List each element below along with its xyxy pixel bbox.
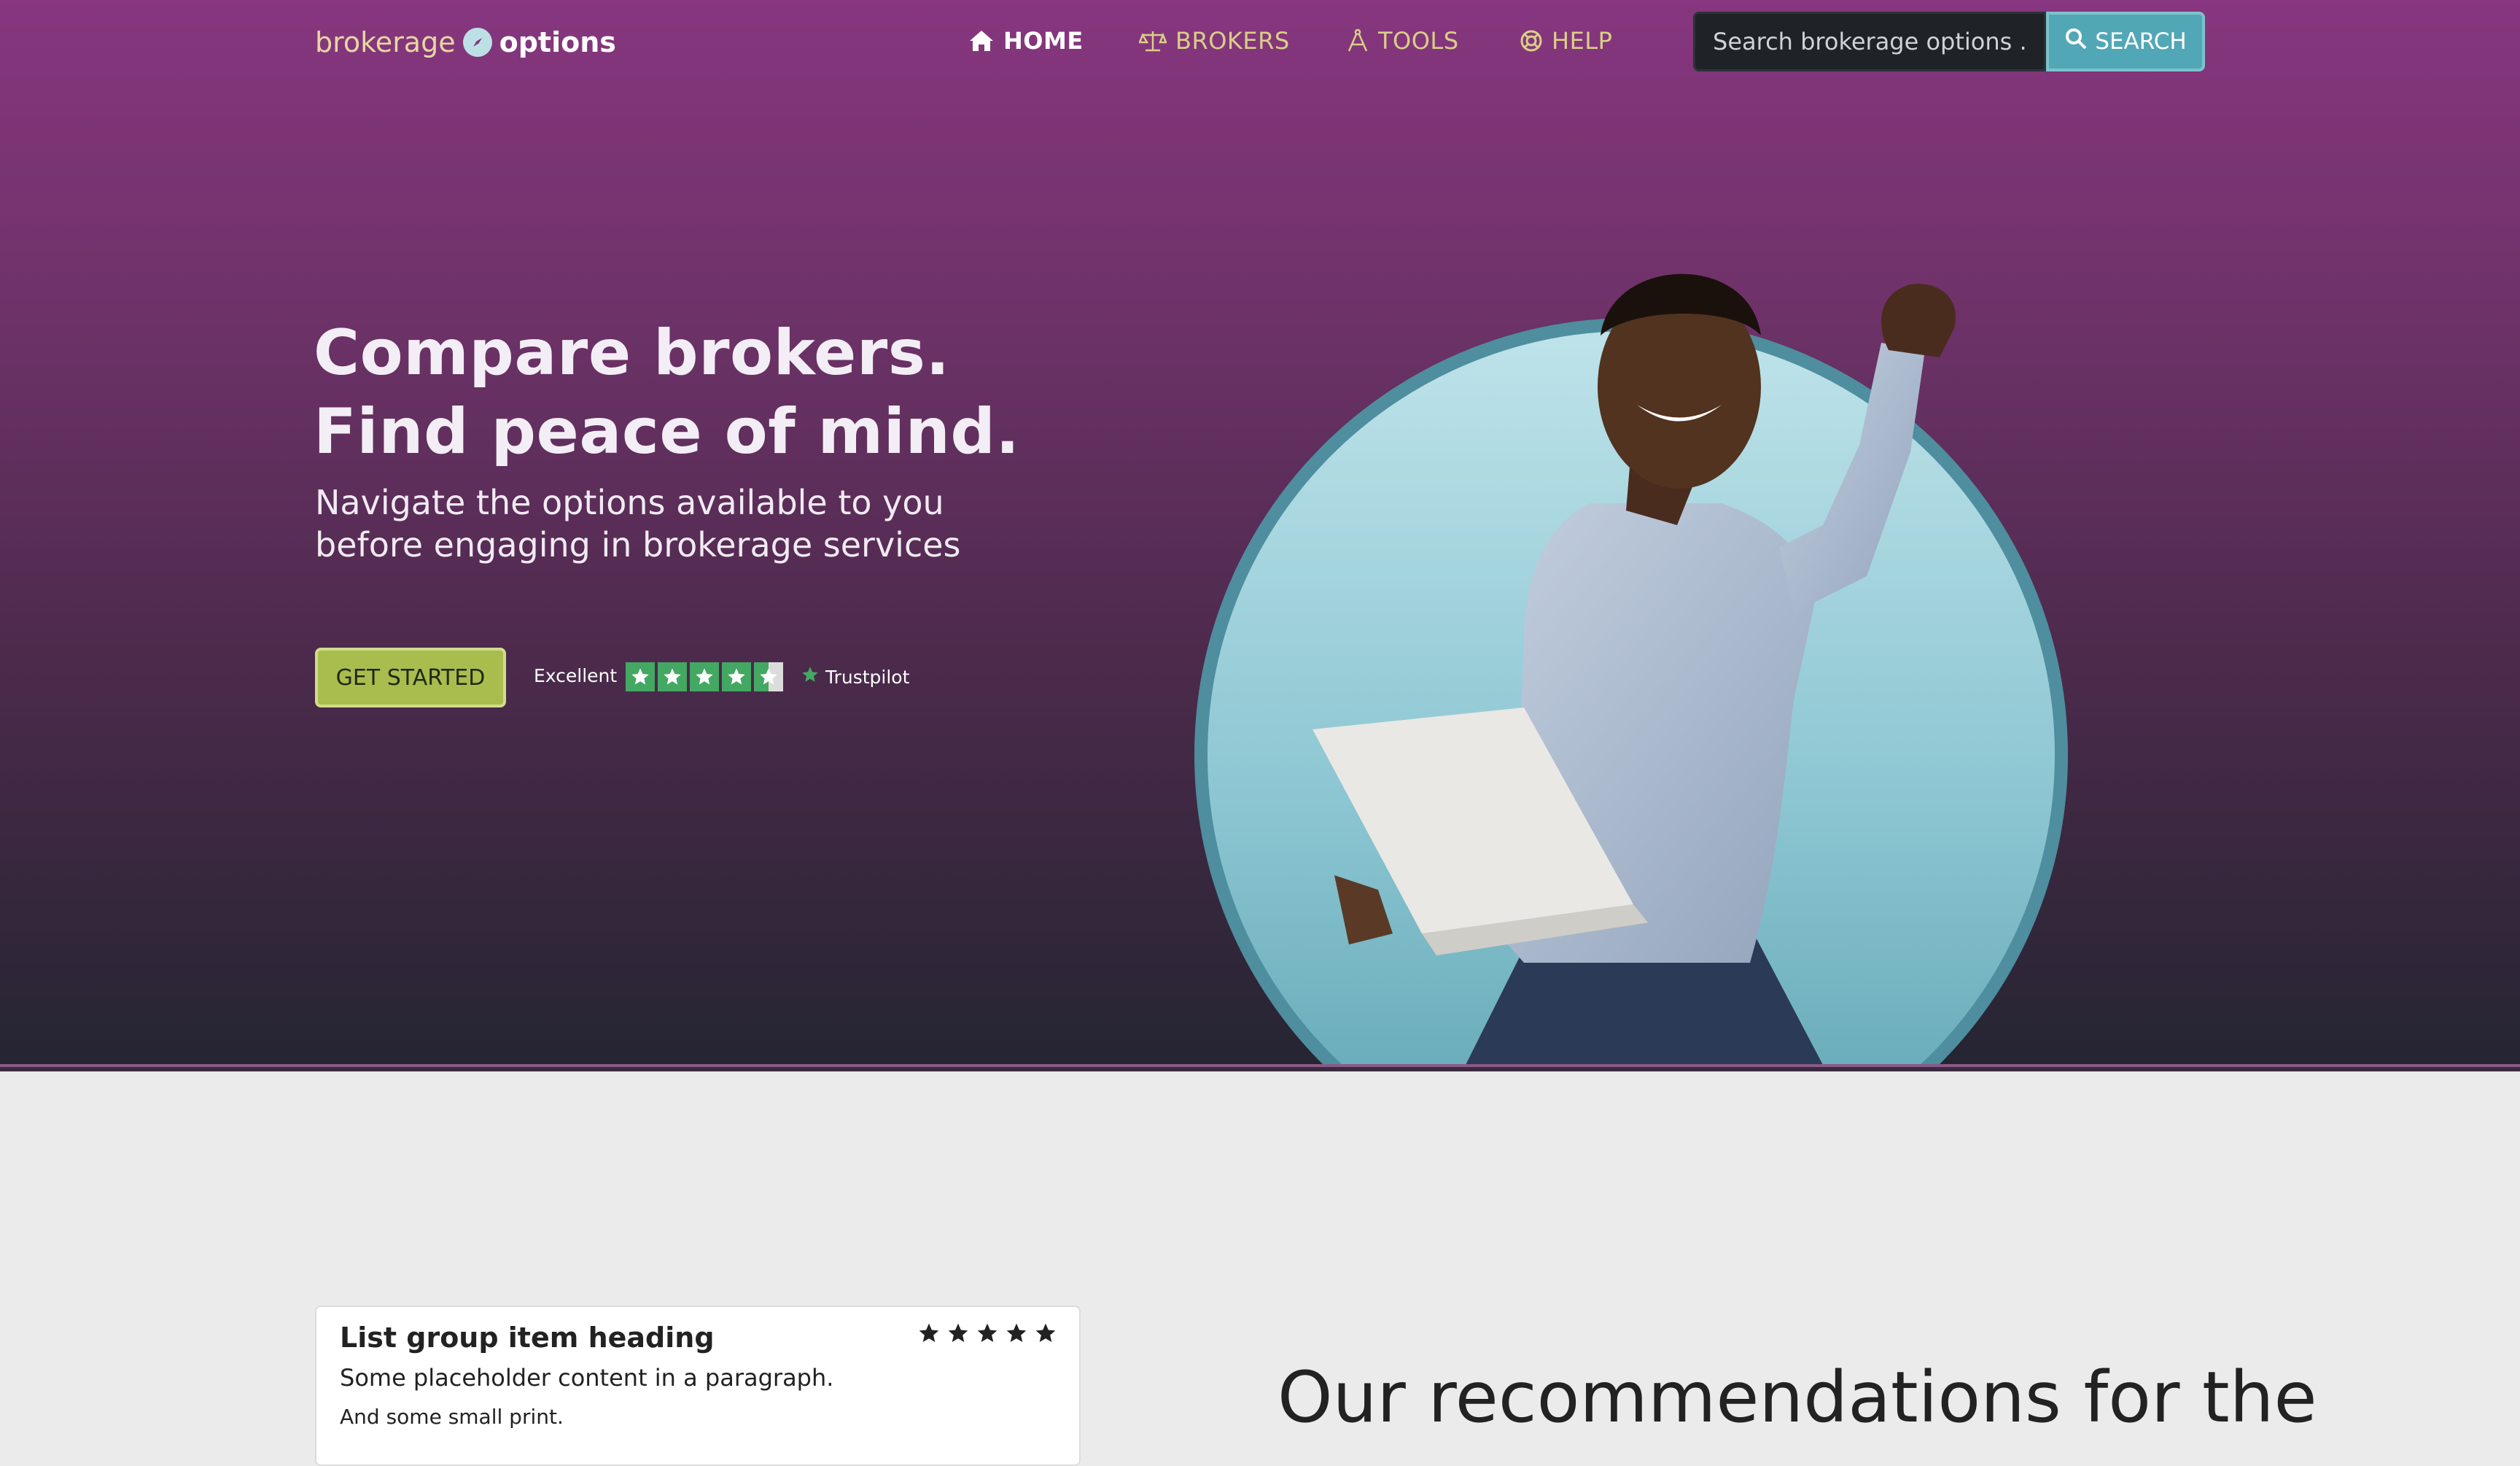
list-group-card[interactable]: List group item heading Some placeholder… xyxy=(315,1306,1081,1466)
nav-help-label: HELP xyxy=(1552,27,1613,55)
trustpilot-rating-text: Excellent xyxy=(534,665,618,686)
search-button-label: SEARCH xyxy=(2095,28,2187,55)
hero-title-line-1: Compare brokers. xyxy=(314,317,950,389)
trustpilot-star-icon xyxy=(626,662,655,691)
hero-section: brokerage options HOME BROKERS TOOLS HEL… xyxy=(0,0,2520,1064)
scale-icon xyxy=(1139,29,1167,53)
trustpilot-star-icon xyxy=(690,662,719,691)
logo-text-brokerage: brokerage xyxy=(315,26,456,58)
nav-tools-label: TOOLS xyxy=(1378,27,1459,55)
compass-logo-icon xyxy=(462,28,492,57)
logo-text-options: options xyxy=(499,26,616,58)
nav-tools[interactable]: TOOLS xyxy=(1346,22,1459,60)
lifebuoy-icon xyxy=(1520,29,1543,53)
trustpilot-star-icon xyxy=(722,662,751,691)
trustpilot-stars xyxy=(626,662,783,691)
hero-subtitle: Navigate the options available to you be… xyxy=(315,481,961,566)
card-small-print: And some small print. xyxy=(340,1405,564,1429)
hero-title: Compare brokers. Find peace of mind. xyxy=(314,314,1020,471)
card-heading: List group item heading xyxy=(340,1322,715,1354)
nav-home-label: HOME xyxy=(1003,27,1084,55)
star-icon xyxy=(946,1322,970,1348)
search-input[interactable] xyxy=(1693,12,2046,71)
card-paragraph: Some placeholder content in a paragraph. xyxy=(340,1364,834,1392)
compass-tool-icon xyxy=(1346,28,1369,53)
trustpilot-half-star-icon xyxy=(754,662,783,691)
search-button[interactable]: SEARCH xyxy=(2046,12,2205,71)
hero-subtitle-line-2: before engaging in brokerage services xyxy=(315,525,961,565)
home-icon xyxy=(968,29,995,53)
get-started-button[interactable]: GET STARTED xyxy=(315,648,506,707)
trustpilot-brand-label: Trustpilot xyxy=(825,666,910,688)
nav-brokers-label: BROKERS xyxy=(1175,27,1290,55)
nav-brokers[interactable]: BROKERS xyxy=(1139,22,1290,60)
star-icon xyxy=(1005,1322,1028,1348)
hero-title-line-2: Find peace of mind. xyxy=(314,395,1020,468)
recommendations-heading: Our recommendations for the xyxy=(1278,1357,2317,1438)
card-rating-stars xyxy=(917,1322,1057,1348)
hero-subtitle-line-1: Navigate the options available to you xyxy=(315,483,944,522)
hero-illustration xyxy=(1181,233,2217,1064)
star-icon xyxy=(1034,1322,1057,1348)
nav-home[interactable]: HOME xyxy=(968,22,1084,60)
trustpilot-star-icon xyxy=(658,662,687,691)
site-logo[interactable]: brokerage options xyxy=(315,22,616,63)
star-icon xyxy=(976,1322,999,1348)
trustpilot-logo-star-icon xyxy=(801,665,820,689)
hero-divider xyxy=(0,1064,2520,1071)
search-icon xyxy=(2064,27,2088,56)
trustpilot-brand[interactable]: Trustpilot xyxy=(801,665,909,689)
nav-help[interactable]: HELP xyxy=(1520,22,1612,60)
star-icon xyxy=(917,1322,941,1348)
